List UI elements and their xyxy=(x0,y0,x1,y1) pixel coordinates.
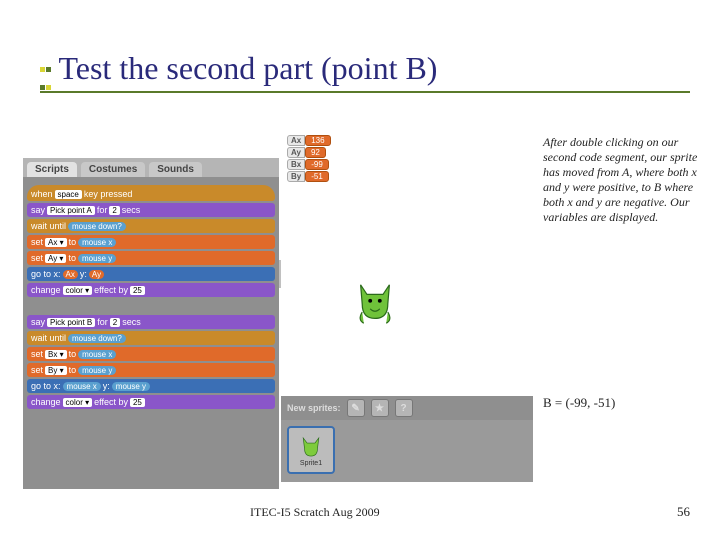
block-change-a[interactable]: changecolor ▾effect by25 xyxy=(27,283,275,297)
scratch-app: x: -99 y: -51 direction: 90 Scripts Cost… xyxy=(23,130,533,485)
cat-icon xyxy=(298,434,324,460)
surprise-sprite-button[interactable]: ? xyxy=(395,399,413,417)
block-set-by[interactable]: setBy ▾tomouse y xyxy=(27,363,275,377)
sprite-list: Sprite1 xyxy=(281,420,533,482)
block-wait-a[interactable]: wait untilmouse down? xyxy=(27,219,275,233)
stage[interactable]: Ax136 Ay92 Bx-99 By-51 xyxy=(281,130,533,396)
tab-row: Scripts Costumes Sounds xyxy=(23,158,279,177)
tab-costumes[interactable]: Costumes xyxy=(81,162,145,177)
tab-sounds[interactable]: Sounds xyxy=(149,162,202,177)
choose-sprite-button[interactable]: ★ xyxy=(371,399,389,417)
variable-readouts: Ax136 Ay92 Bx-99 By-51 xyxy=(287,134,331,183)
block-when-key[interactable]: whenspacekey pressed xyxy=(27,185,275,201)
block-say-a[interactable]: sayPick point Afor2secs xyxy=(27,203,275,217)
question-icon: ? xyxy=(400,403,406,414)
new-sprites-label: New sprites: xyxy=(287,403,341,413)
block-say-b[interactable]: sayPick point Bfor2secs xyxy=(27,315,275,329)
footer-text: ITEC-I5 Scratch Aug 2009 xyxy=(250,505,380,520)
block-goto-a[interactable]: go to x:Axy:Ay xyxy=(27,267,275,281)
star-icon: ★ xyxy=(375,403,384,414)
block-set-ax[interactable]: setAx ▾tomouse x xyxy=(27,235,275,249)
block-wait-b[interactable]: wait untilmouse down? xyxy=(27,331,275,345)
var-ax: Ax136 xyxy=(287,135,331,146)
block-set-bx[interactable]: setBx ▾tomouse x xyxy=(27,347,275,361)
block-change-b[interactable]: changecolor ▾effect by25 xyxy=(27,395,275,409)
block-set-ay[interactable]: setAy ▾tomouse y xyxy=(27,251,275,265)
slide-title-area: Test the second part (point B) xyxy=(40,50,690,93)
title-underline xyxy=(40,91,690,93)
sprite-list-item[interactable]: Sprite1 xyxy=(287,426,335,474)
slide-title: Test the second part (point B) xyxy=(58,50,437,87)
new-sprites-bar: New sprites: ✎ ★ ? xyxy=(281,396,533,420)
block-goto-b[interactable]: go to x:mouse xy:mouse y xyxy=(27,379,275,393)
var-bx: Bx-99 xyxy=(287,159,331,170)
var-by: By-51 xyxy=(287,171,331,182)
point-b-coord: B = (-99, -51) xyxy=(543,395,615,411)
paint-sprite-button[interactable]: ✎ xyxy=(347,399,365,417)
title-bullet-icon xyxy=(40,60,58,78)
var-ay: Ay92 xyxy=(287,147,331,158)
explanation-text: After double clicking on our second code… xyxy=(543,135,698,225)
stage-sprite-cat[interactable] xyxy=(351,280,399,328)
sprite-name-label: Sprite1 xyxy=(300,460,322,467)
brush-icon: ✎ xyxy=(351,403,359,414)
scripts-pane[interactable]: whenspacekey pressed sayPick point Afor2… xyxy=(23,177,279,489)
page-number: 56 xyxy=(677,504,690,520)
tab-scripts[interactable]: Scripts xyxy=(27,162,77,177)
